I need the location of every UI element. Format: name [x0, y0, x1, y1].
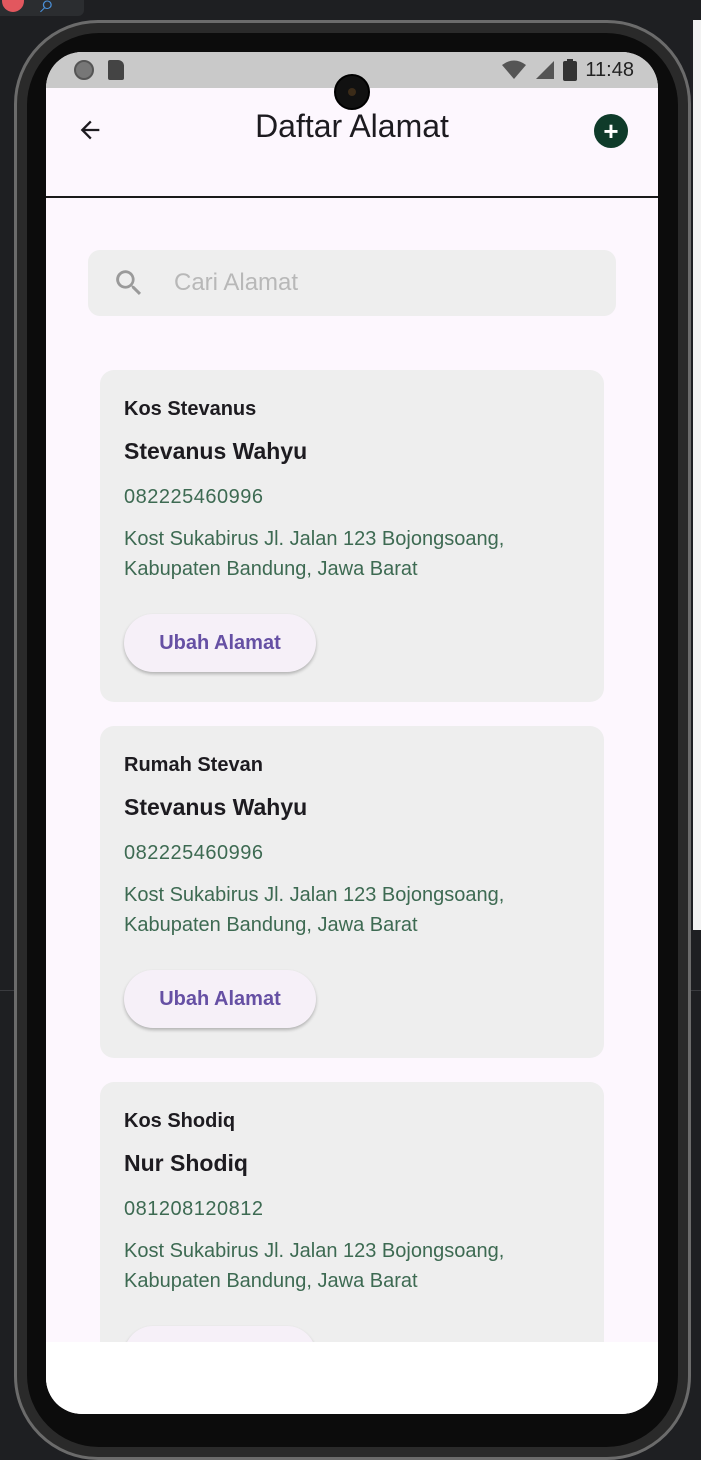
signal-icon: [536, 61, 555, 79]
edit-address-button[interactable]: Ubah Alamat: [124, 614, 316, 672]
sync-icon: [74, 60, 94, 80]
ide-toolbar: ⌕: [0, 0, 84, 18]
add-address-button[interactable]: +: [594, 114, 628, 148]
phone-number: 082225460996: [124, 842, 264, 864]
search-icon: [116, 270, 142, 296]
record-icon: [2, 0, 24, 12]
system-navigation-bar: [46, 1342, 658, 1414]
recipient-name: Stevanus Wahyu: [124, 794, 308, 820]
battery-icon: [563, 59, 578, 81]
wifi-icon: [502, 60, 527, 79]
ide-side-panel: [693, 20, 701, 930]
address-card: Rumah Stevan Stevanus Wahyu 082225460996…: [100, 726, 604, 1058]
status-time: 11:48: [585, 58, 634, 81]
sd-card-icon: [108, 60, 124, 80]
recipient-name: Stevanus Wahyu: [124, 438, 308, 464]
address-label: Rumah Stevan: [124, 754, 263, 776]
edit-address-button[interactable]: Ubah Alamat: [124, 970, 316, 1028]
address-label: Kos Stevanus: [124, 398, 257, 420]
search-placeholder: Cari Alamat: [174, 269, 299, 296]
address-card: Kos Stevanus Stevanus Wahyu 082225460996…: [100, 370, 604, 702]
phone-screen: 11:48 Daftar Alamat + Cari Alamat Kos St…: [46, 52, 658, 1414]
address-label: Kos Shodiq: [124, 1110, 236, 1132]
search-icon: ⌕: [40, 0, 55, 18]
address-text: Kost Sukabirus Jl. Jalan 123 Bojongsoang…: [124, 528, 505, 580]
address-text: Kost Sukabirus Jl. Jalan 123 Bojongsoang…: [124, 884, 505, 936]
search-input[interactable]: Cari Alamat: [88, 250, 616, 316]
phone-number: 081208120812: [124, 1198, 264, 1220]
page-title: Daftar Alamat: [255, 108, 449, 144]
recipient-name: Nur Shodiq: [124, 1150, 248, 1176]
address-text: Kost Sukabirus Jl. Jalan 123 Bojongsoang…: [124, 1240, 505, 1292]
add-icon: +: [603, 115, 619, 146]
phone-number: 082225460996: [124, 486, 264, 508]
front-camera: [334, 74, 370, 110]
